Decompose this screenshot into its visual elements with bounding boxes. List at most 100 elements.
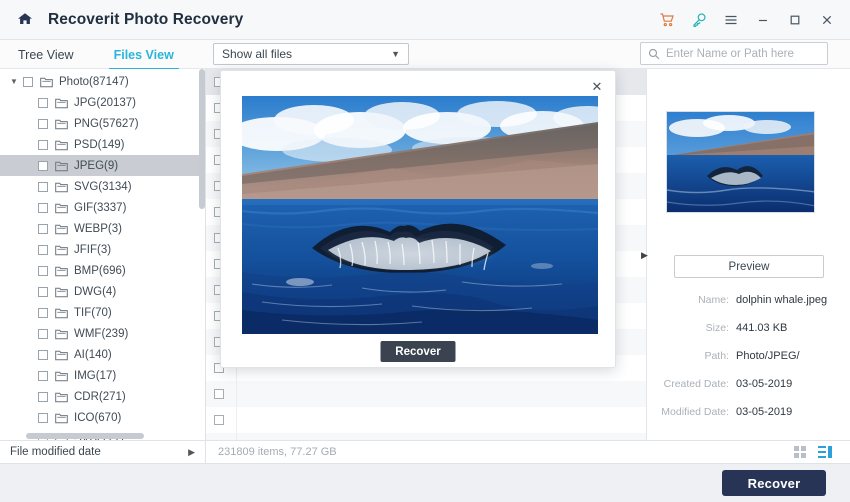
- checkbox[interactable]: [38, 307, 48, 318]
- checkbox[interactable]: [38, 244, 48, 255]
- tree-item-png[interactable]: PNG(57627): [0, 113, 205, 134]
- tree-item-label: JPG(20137): [74, 96, 137, 109]
- folder-icon: [55, 181, 68, 193]
- close-icon[interactable]: ✕: [587, 77, 607, 97]
- folder-icon: [40, 76, 53, 88]
- tree-item-jpeg[interactable]: JPEG(9): [0, 155, 205, 176]
- folder-icon: [55, 391, 68, 403]
- checkbox[interactable]: [214, 415, 224, 425]
- checkbox[interactable]: [214, 389, 224, 399]
- checkbox[interactable]: [38, 118, 48, 129]
- tree-horizontal-scrollbar[interactable]: [26, 433, 144, 439]
- checkbox[interactable]: [38, 139, 48, 150]
- tree-item-psd[interactable]: PSD(149): [0, 134, 205, 155]
- checkbox[interactable]: [38, 97, 48, 108]
- tree-item-wmf[interactable]: WMF(239): [0, 323, 205, 344]
- home-icon[interactable]: [14, 9, 36, 31]
- close-icon[interactable]: [812, 5, 842, 35]
- preview-button[interactable]: Preview: [674, 255, 824, 278]
- tree-vertical-scrollbar[interactable]: [199, 69, 205, 209]
- tree-item-cdr[interactable]: CDR(271): [0, 386, 205, 407]
- search-box[interactable]: [640, 42, 828, 65]
- tree-item-gif[interactable]: GIF(3337): [0, 197, 205, 218]
- panel-collapse-handle[interactable]: ▶: [641, 246, 648, 264]
- footer-bar: Recover: [0, 463, 850, 502]
- tree-item-label: DWG(4): [74, 285, 117, 298]
- modal-recover-button[interactable]: Recover: [380, 341, 456, 362]
- folder-icon: [55, 265, 68, 277]
- checkbox[interactable]: [23, 76, 33, 87]
- hamburger-menu-icon[interactable]: [716, 5, 746, 35]
- file-modified-date-label: File modified date: [10, 446, 101, 458]
- tree-item-bmp[interactable]: BMP(696): [0, 260, 205, 281]
- checkbox[interactable]: [38, 265, 48, 276]
- tree-item-jpg[interactable]: JPG(20137): [0, 92, 205, 113]
- search-icon: [648, 48, 660, 60]
- tree-item-svg[interactable]: SVG(3134): [0, 176, 205, 197]
- checkbox[interactable]: [38, 223, 48, 234]
- maximize-icon[interactable]: [780, 5, 810, 35]
- tree-item-ico[interactable]: ICO(670): [0, 407, 205, 428]
- checkbox[interactable]: [38, 202, 48, 213]
- checkbox[interactable]: [38, 349, 48, 360]
- checkbox[interactable]: [38, 181, 48, 192]
- checkbox[interactable]: [38, 370, 48, 381]
- file-filter-value: Show all files: [222, 47, 293, 61]
- chevron-right-icon: ▶: [188, 446, 195, 457]
- tree-item-label: ICO(670): [74, 411, 122, 424]
- search-input[interactable]: [666, 47, 820, 60]
- status-summary: 231809 items, 77.27 GB: [218, 446, 337, 458]
- title-bar: Recoverit Photo Recovery: [0, 0, 850, 40]
- checkbox[interactable]: [38, 412, 48, 423]
- metadata-row: Modified Date: 03-05-2019: [647, 406, 850, 418]
- table-row[interactable]: [206, 407, 646, 433]
- tree-item-dwg[interactable]: DWG(4): [0, 281, 205, 302]
- shopping-cart-icon[interactable]: [652, 5, 682, 35]
- tree-item-ai[interactable]: AI(140): [0, 344, 205, 365]
- file-filter-select[interactable]: Show all files ▼: [213, 43, 409, 65]
- metadata-key: Path:: [704, 350, 729, 362]
- checkbox[interactable]: [38, 328, 48, 339]
- tree-item-label: TIF(70): [74, 306, 112, 319]
- folder-icon: [55, 370, 68, 382]
- recover-button[interactable]: Recover: [722, 470, 826, 496]
- table-row[interactable]: [206, 381, 646, 407]
- tree-scroll-area: ▼ Photo(87147) JPG(20137) PNG(57627) PSD(1…: [0, 69, 205, 440]
- folder-icon: [55, 118, 68, 130]
- tree-item-label: WMF(239): [74, 327, 129, 340]
- tree-root-photo[interactable]: ▼ Photo(87147): [0, 71, 205, 92]
- tree-item-img[interactable]: IMG(17): [0, 365, 205, 386]
- metadata-value: dolphin whale.jpeg: [736, 294, 828, 306]
- table-row[interactable]: [206, 433, 646, 440]
- tree-item-label: AI(140): [74, 348, 112, 361]
- app-window: Recoverit Photo Recovery Tree View Files…: [0, 0, 850, 502]
- tab-tree-view[interactable]: Tree View: [16, 44, 76, 66]
- checkbox[interactable]: [38, 391, 48, 402]
- tree-item-label: SVG(3134): [74, 180, 132, 193]
- metadata-key: Size:: [705, 322, 729, 334]
- checkbox[interactable]: [38, 286, 48, 297]
- grid-view-icon[interactable]: [794, 446, 807, 458]
- metadata-key: Created Date:: [663, 378, 729, 390]
- metadata-value: Photo/JPEG/: [736, 350, 800, 362]
- chevron-down-icon[interactable]: ▼: [10, 77, 23, 86]
- list-view-icon[interactable]: [818, 446, 832, 458]
- file-modified-date-filter[interactable]: File modified date ▶: [0, 440, 206, 463]
- tree-children: JPG(20137) PNG(57627) PSD(149) JPEG(9) SVG(3…: [0, 92, 205, 440]
- key-icon[interactable]: [684, 5, 714, 35]
- tree-item-label: WEBP(3): [74, 222, 122, 235]
- tree-item-webp[interactable]: WEBP(3): [0, 218, 205, 239]
- folder-icon: [55, 160, 68, 172]
- tree-item-label: BMP(696): [74, 264, 126, 277]
- metadata-row: Created Date: 03-05-2019: [647, 378, 850, 390]
- minimize-icon[interactable]: [748, 5, 778, 35]
- tree-item-label: JFIF(3): [74, 243, 112, 256]
- tree-item-label: JPEG(9): [74, 159, 119, 172]
- status-bar: 231809 items, 77.27 GB: [206, 440, 850, 463]
- folder-icon: [55, 349, 68, 361]
- tab-files-view[interactable]: Files View: [108, 44, 180, 70]
- tree-item-tif[interactable]: TIF(70): [0, 302, 205, 323]
- tree-item-jfif[interactable]: JFIF(3): [0, 239, 205, 260]
- checkbox[interactable]: [38, 160, 48, 171]
- preview-image: [242, 96, 598, 334]
